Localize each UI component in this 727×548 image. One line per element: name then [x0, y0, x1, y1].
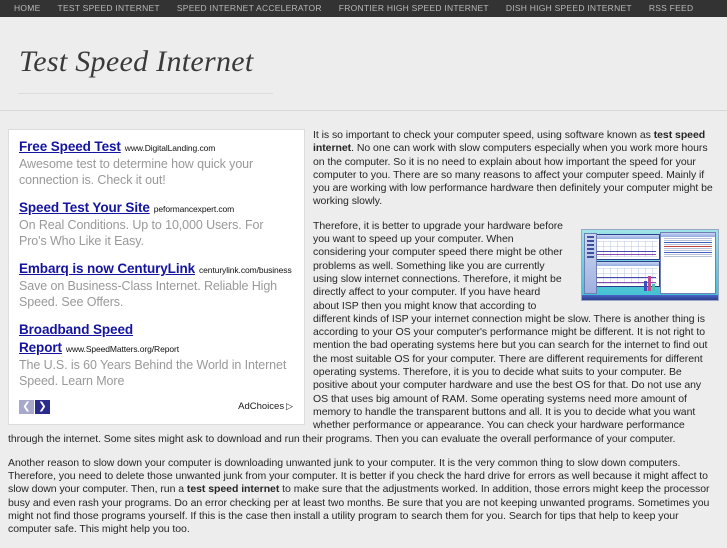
doc-line-red: [664, 245, 712, 247]
main-content: Free Speed Test www.DigitalLanding.com Aw…: [0, 111, 727, 548]
ad-display-url: www.SpeedMatters.org/Report: [65, 344, 179, 354]
adchoices-label[interactable]: AdChoices ▷: [238, 401, 293, 412]
chart-window-top: [586, 233, 660, 260]
advertisement-block: Free Speed Test www.DigitalLanding.com Aw…: [8, 129, 305, 425]
bar-2: [648, 275, 651, 291]
article-paragraph-3: Another reason to slow down your compute…: [8, 457, 719, 537]
nav-dot: [587, 243, 594, 246]
ad-title-link[interactable]: Speed Test Your Site: [19, 200, 150, 215]
nav-item-rss-feed[interactable]: RSS FEED: [649, 0, 694, 17]
ad-description: On Real Conditions. Up to 10,000 Users. …: [19, 218, 264, 248]
window-titlebar: [587, 234, 659, 239]
ad-display-url: peformancexpert.com: [153, 204, 235, 214]
ad-display-url: www.DigitalLanding.com: [124, 143, 216, 153]
keyword-test-speed-internet: test speed internet: [186, 483, 280, 496]
nav-dot: [587, 247, 594, 250]
speed-test-screenshot-thumbnail: [581, 228, 719, 301]
doc-line: [664, 249, 712, 251]
ad-title-link[interactable]: Free Speed Test: [19, 139, 121, 154]
doc-line-blue: [664, 251, 712, 253]
ad-description: Awesome test to determine how quick your…: [19, 157, 254, 187]
nav-item-frontier-high-speed-internet[interactable]: FRONTIER HIGH SPEED INTERNET: [339, 0, 489, 17]
ad-display-url: centurylink.com/business: [199, 265, 292, 275]
nav-dot: [587, 251, 594, 254]
ad-description: The U.S. is 60 Years Behind the World in…: [19, 358, 287, 388]
previous-ad-arrow-icon[interactable]: ❮: [19, 400, 34, 414]
top-navigation-bar: HOME TEST SPEED INTERNET SPEED INTERNET …: [0, 0, 727, 17]
report-window: [660, 231, 716, 294]
desktop-taskbar: [582, 294, 718, 300]
nav-item-home[interactable]: HOME: [14, 0, 41, 17]
ad-unit[interactable]: Embarq is now CenturyLink centurylink.com…: [19, 260, 294, 310]
nav-item-dish-high-speed-internet[interactable]: DISH HIGH SPEED INTERNET: [506, 0, 632, 17]
paragraph-1-part-b: . No one can work with slow computers es…: [313, 142, 713, 208]
paragraph-1-part-a: It is so important to check your compute…: [313, 129, 654, 141]
nav-dot: [587, 239, 594, 242]
bar-1: [644, 280, 647, 291]
site-header: Test Speed Internet: [0, 17, 727, 110]
ad-description: Save on Business-Class Internet. Reliabl…: [19, 279, 278, 309]
ad-footer: ❮ ❯ AdChoices ▷: [19, 400, 294, 420]
chart-line-secondary: [590, 253, 656, 255]
doc-line: [664, 255, 712, 257]
nav-dot: [587, 235, 594, 238]
page-title[interactable]: Test Speed Internet: [19, 45, 254, 79]
nav-dot: [587, 255, 594, 258]
ad-unit[interactable]: Speed Test Your Site peformancexpert.com …: [19, 199, 294, 249]
doc-line: [664, 237, 712, 239]
nav-item-speed-internet-accelerator[interactable]: SPEED INTERNET ACCELERATOR: [177, 0, 322, 17]
window-titlebar: [661, 232, 715, 237]
chart-line: [590, 250, 656, 252]
doc-line-blue: [664, 241, 712, 243]
doc-line: [664, 247, 712, 249]
next-ad-arrow-icon[interactable]: ❯: [35, 400, 50, 414]
window-titlebar: [587, 261, 659, 266]
title-underline-rule: [18, 93, 273, 94]
adchoices-triangle-icon: ▷: [286, 401, 293, 411]
doc-line: [664, 239, 712, 241]
bar-3: [652, 283, 655, 291]
nav-item-test-speed-internet[interactable]: TEST SPEED INTERNET: [58, 0, 160, 17]
doc-line: [664, 243, 712, 245]
adchoices-text: AdChoices: [238, 401, 285, 412]
ad-unit[interactable]: Broadband Speed Report www.SpeedMatters.o…: [19, 321, 294, 389]
ad-title-link[interactable]: Embarq is now CenturyLink: [19, 261, 195, 276]
doc-line: [664, 253, 712, 255]
sidebar-nav-panel: [584, 232, 597, 294]
bar-chart-icon: [644, 275, 658, 292]
ad-unit[interactable]: Free Speed Test www.DigitalLanding.com Aw…: [19, 138, 294, 188]
